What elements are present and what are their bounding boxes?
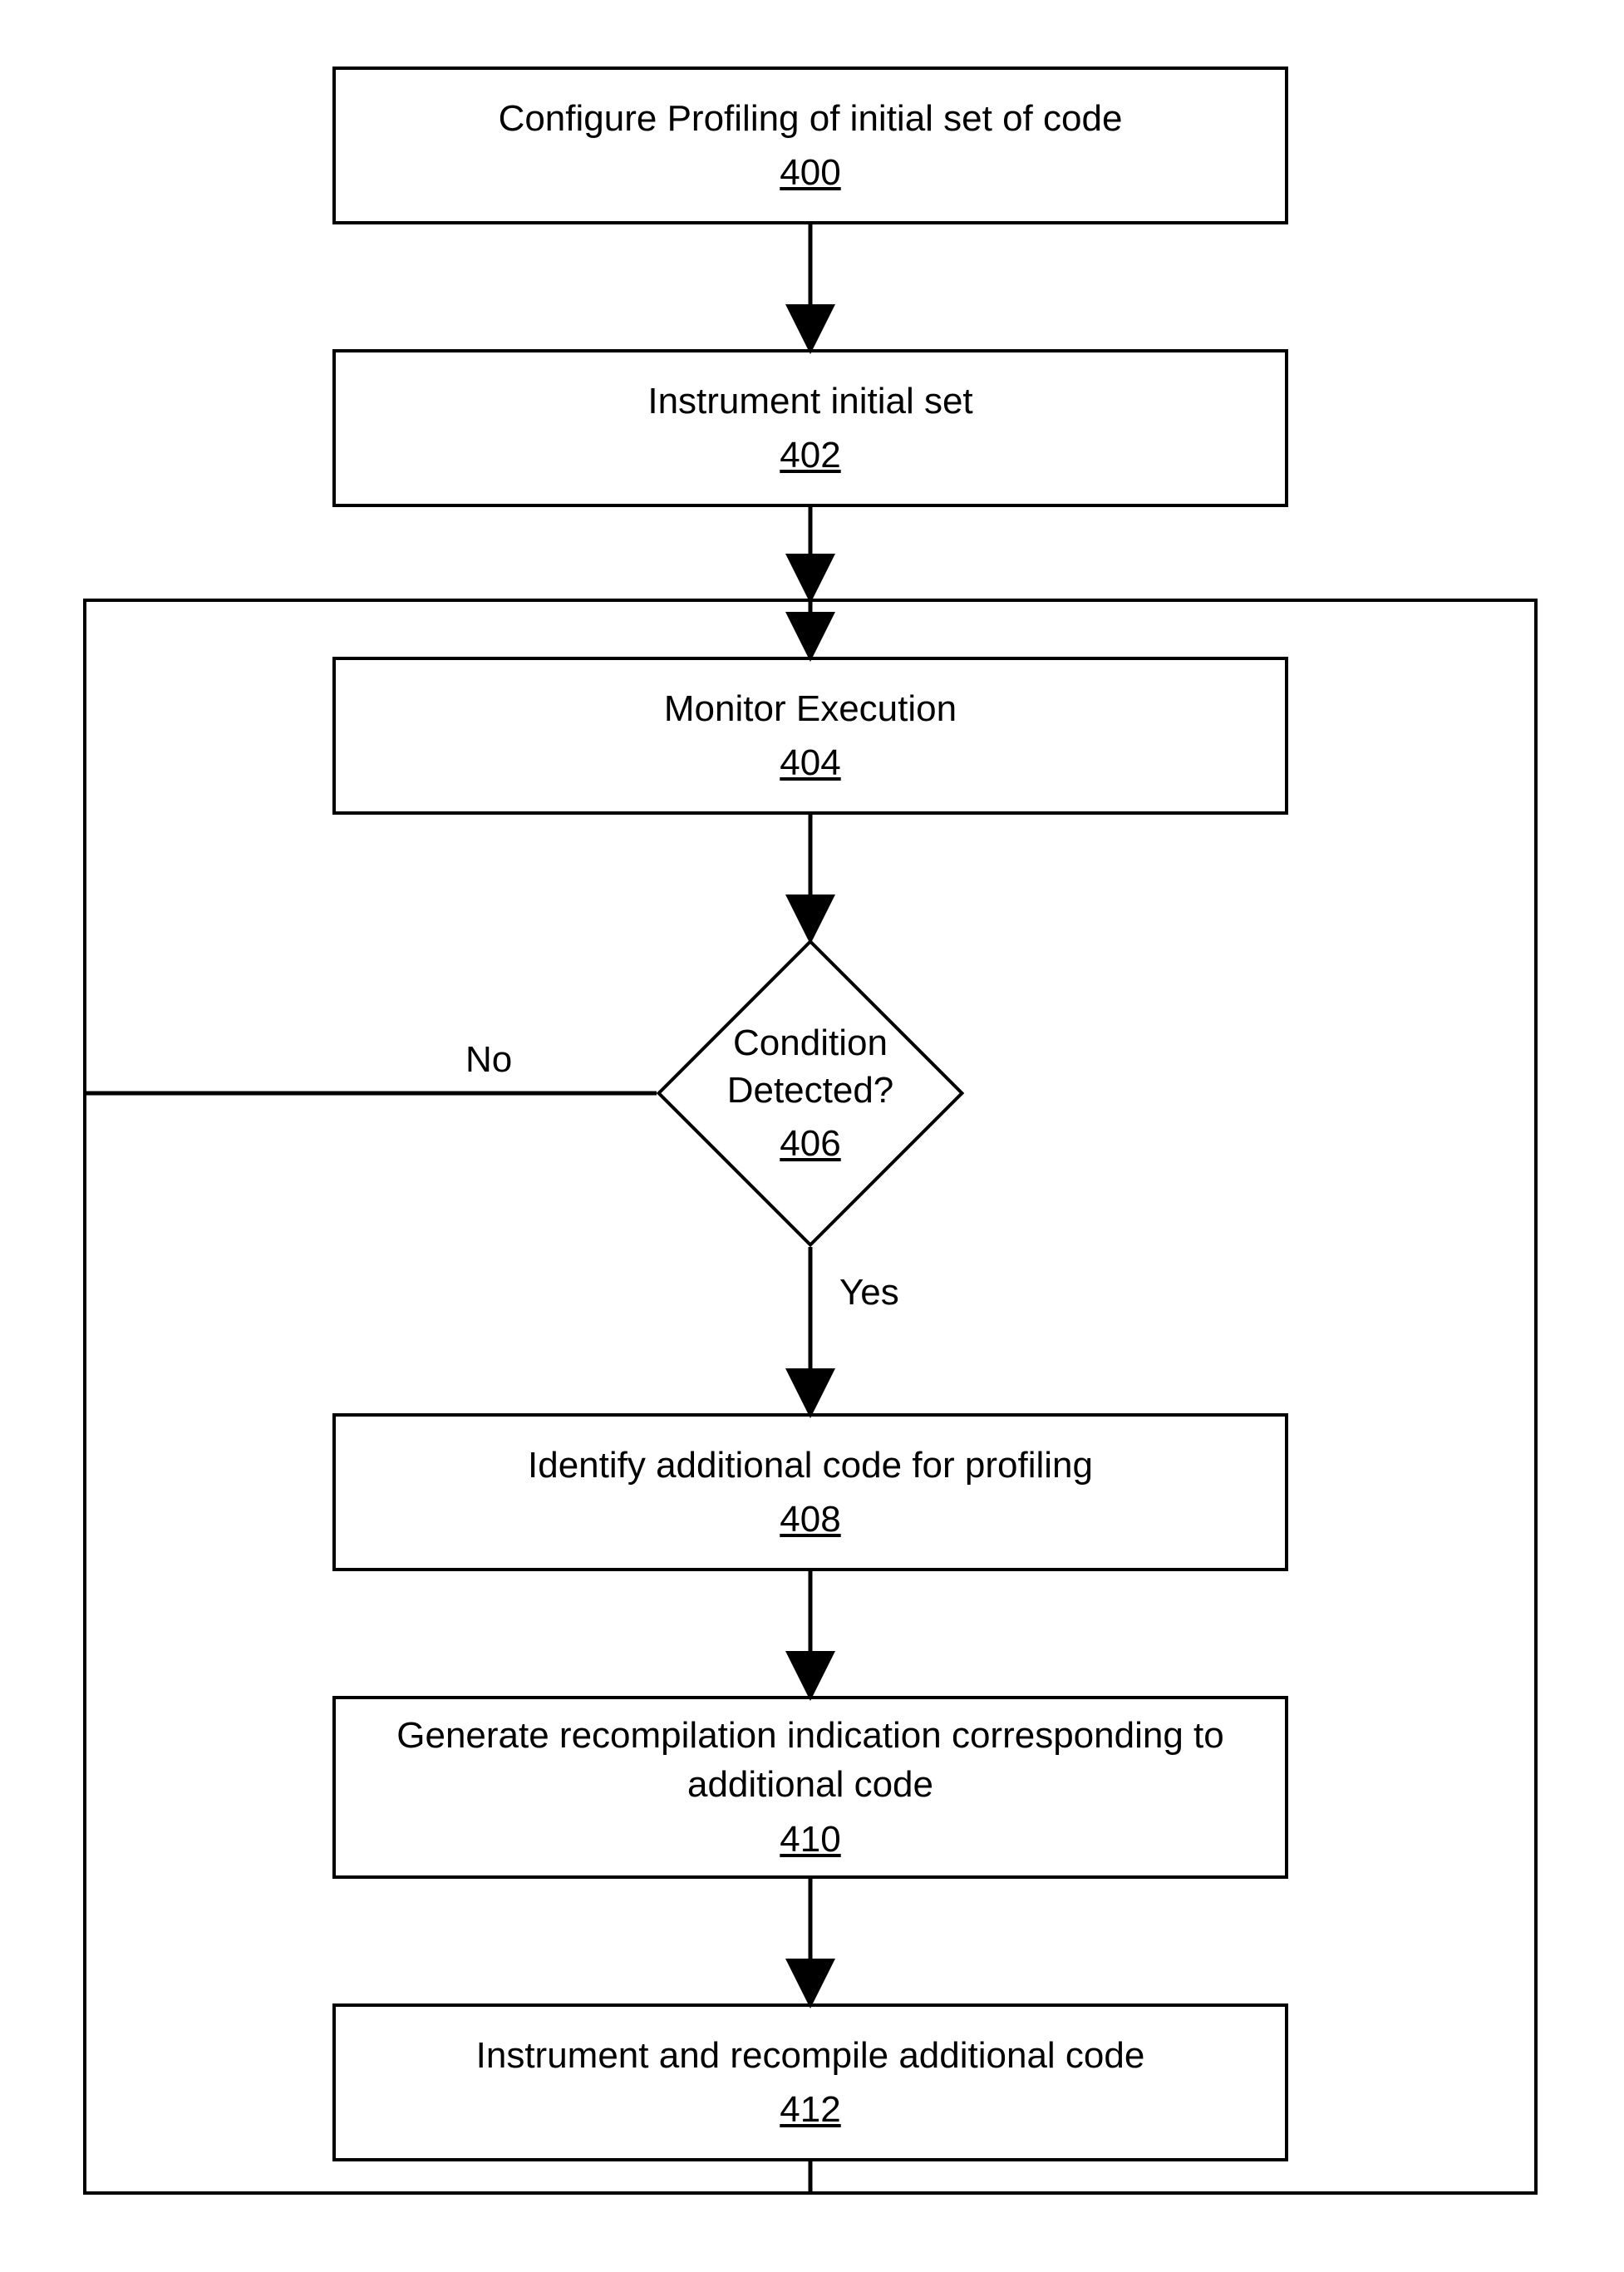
decision-text-1: Condition (727, 1019, 894, 1067)
step-generate-recompilation: Generate recompilation indication corres… (332, 1696, 1288, 1879)
step-text: Instrument initial set (647, 377, 972, 426)
step-text: Identify additional code for profiling (528, 1441, 1093, 1490)
step-text: Configure Profiling of initial set of co… (499, 94, 1123, 143)
step-identify-additional: Identify additional code for profiling 4… (332, 1413, 1288, 1571)
step-ref: 412 (780, 2085, 840, 2134)
step-ref: 408 (780, 1495, 840, 1544)
step-instrument-recompile: Instrument and recompile additional code… (332, 2003, 1288, 2161)
step-ref: 400 (780, 148, 840, 197)
step-monitor-execution: Monitor Execution 404 (332, 657, 1288, 815)
decision-text-2: Detected? (727, 1067, 894, 1114)
step-text: Monitor Execution (664, 684, 957, 733)
label-yes: Yes (839, 1272, 899, 1313)
step-ref: 404 (780, 738, 840, 787)
label-no: No (465, 1039, 512, 1081)
step-ref: 410 (780, 1815, 840, 1864)
step-text: Instrument and recompile additional code (476, 2031, 1145, 2080)
decision-ref: 406 (727, 1120, 894, 1167)
step-ref: 402 (780, 431, 840, 480)
flowchart-canvas: Configure Profiling of initial set of co… (0, 0, 1624, 2272)
decision-condition-detected: Condition Detected? 406 (657, 939, 964, 1247)
step-instrument-initial: Instrument initial set 402 (332, 349, 1288, 507)
step-text-1: Generate recompilation indication corres… (396, 1711, 1223, 1760)
step-configure-profiling: Configure Profiling of initial set of co… (332, 67, 1288, 224)
step-text-2: additional code (687, 1760, 933, 1809)
loop-frame (83, 599, 1538, 2195)
